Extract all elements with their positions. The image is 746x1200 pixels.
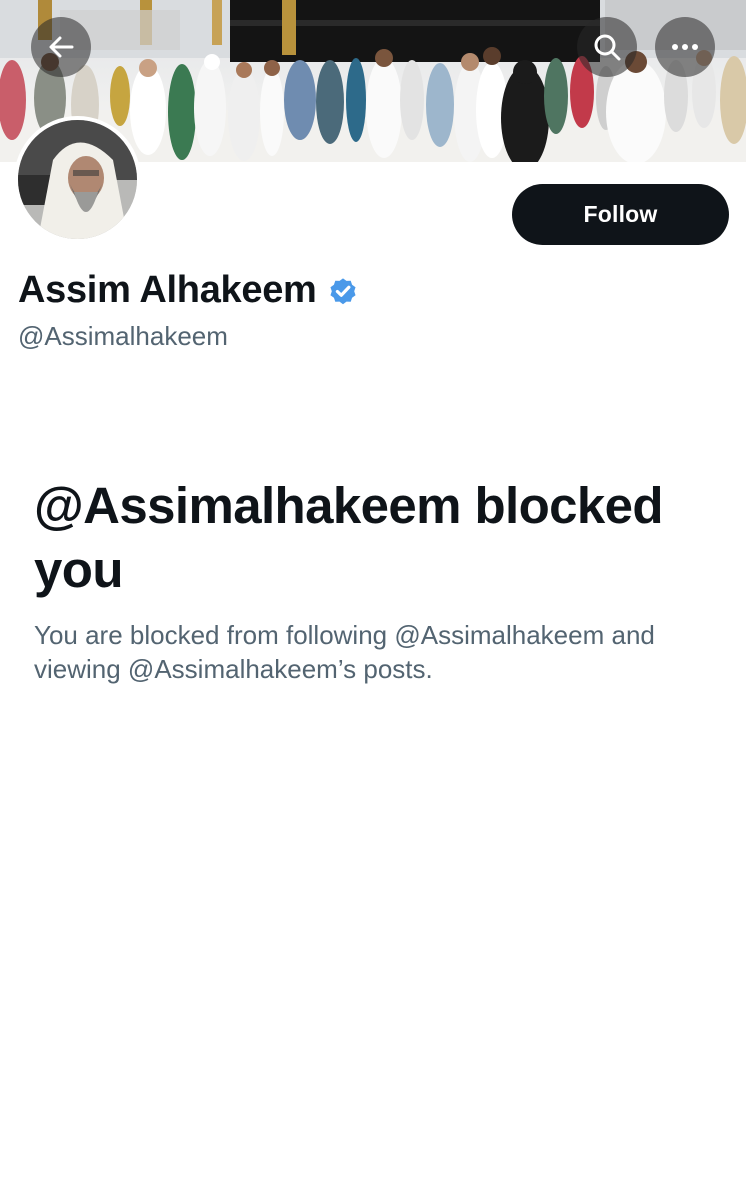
search-button[interactable] bbox=[577, 17, 637, 77]
search-icon bbox=[594, 34, 621, 61]
verified-badge-icon[interactable] bbox=[327, 275, 359, 307]
back-button[interactable] bbox=[31, 17, 91, 77]
profile-name-row: Assim Alhakeem bbox=[18, 268, 359, 312]
blocked-description: You are blocked from following @Assimalh… bbox=[34, 620, 655, 684]
avatar-photo bbox=[18, 120, 137, 239]
blocked-title: @Assimalhakeem blocked you bbox=[34, 477, 664, 598]
profile-page: Follow Assim Alhakeem @Assimalhakeem @As… bbox=[0, 0, 746, 1200]
follow-button[interactable]: Follow bbox=[512, 184, 729, 245]
profile-avatar[interactable] bbox=[14, 116, 141, 243]
display-name: Assim Alhakeem bbox=[18, 269, 317, 311]
more-options-button[interactable] bbox=[655, 17, 715, 77]
more-horizontal-icon bbox=[672, 44, 698, 50]
profile-handle: @Assimalhakeem bbox=[18, 321, 228, 351]
arrow-left-icon bbox=[49, 36, 74, 58]
